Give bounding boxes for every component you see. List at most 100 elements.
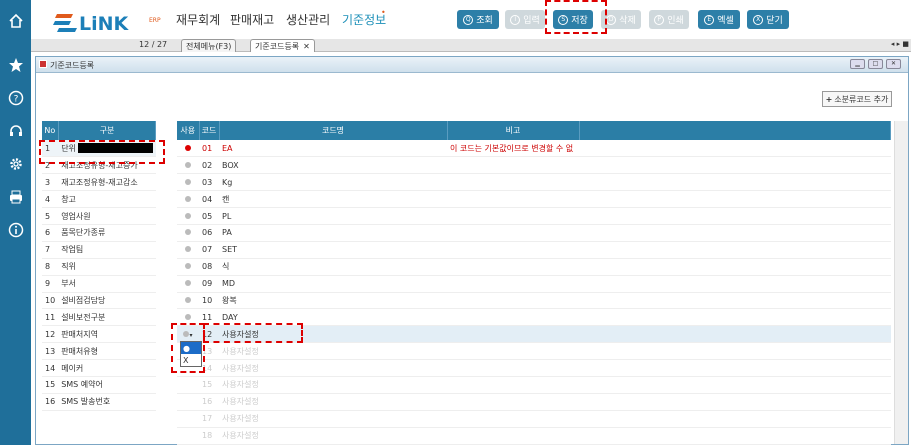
dropdown-option[interactable]: X — [181, 354, 201, 366]
chevron-down-icon[interactable]: ▾ — [189, 332, 192, 339]
menu-sales-inventory[interactable]: 판매재고 — [230, 11, 274, 28]
category-row[interactable]: 14 메이커 — [42, 359, 156, 377]
use-cell[interactable] — [177, 241, 199, 259]
dropdown-option[interactable]: ● — [181, 342, 201, 354]
vertical-scrollbar[interactable] — [894, 121, 908, 444]
code-name-cell[interactable]: PA — [219, 224, 447, 242]
note-cell[interactable] — [447, 427, 579, 445]
tab-scroll-arrows-icon[interactable]: ◂ ▸ ■ — [891, 40, 909, 48]
code-row[interactable]: 07 SET — [177, 241, 891, 259]
code-name-cell[interactable]: PL — [219, 207, 447, 225]
use-cell[interactable] — [177, 190, 199, 209]
code-row[interactable]: 04 캔 — [177, 190, 891, 209]
use-cell[interactable] — [177, 393, 199, 411]
note-cell[interactable] — [447, 224, 579, 242]
menu-basic-info[interactable]: 기준정보 — [342, 11, 386, 28]
star-icon[interactable] — [0, 52, 31, 78]
minimize-icon[interactable]: ▁ — [850, 59, 865, 69]
menu-finance[interactable]: 재무회계 — [176, 11, 220, 28]
code-row[interactable]: 03 Kg — [177, 173, 891, 192]
note-cell[interactable] — [447, 156, 579, 175]
code-name-cell[interactable]: 왕복 — [219, 292, 447, 310]
code-row[interactable]: 16 사용자설정 — [177, 393, 891, 411]
search-button[interactable]: Q 조회 — [457, 10, 499, 29]
code-row[interactable]: 18 사용자설정 — [177, 427, 891, 445]
use-cell[interactable] — [177, 224, 199, 242]
save-button[interactable]: S 저장 — [553, 10, 593, 29]
code-name-cell[interactable]: 식 — [219, 258, 447, 276]
code-name-cell[interactable]: 사용자설정 — [219, 427, 447, 445]
code-row[interactable]: 10 왕복 — [177, 292, 891, 310]
note-cell[interactable] — [447, 359, 579, 377]
code-row[interactable]: 13 사용자설정 — [177, 342, 891, 361]
printer-icon[interactable] — [0, 184, 31, 210]
code-name-cell[interactable]: 사용자설정 — [219, 359, 447, 377]
category-row[interactable]: 1 단위 — [42, 140, 156, 158]
close-button[interactable]: X 닫기 — [747, 10, 789, 29]
note-cell[interactable] — [447, 258, 579, 276]
category-row[interactable]: 6 품목단가종류 — [42, 224, 156, 242]
code-name-cell[interactable]: 사용자설정 — [219, 325, 447, 344]
category-row[interactable]: 3 재고조정유형-재고감소 — [42, 173, 156, 192]
category-row[interactable]: 12 판매처지역 — [42, 325, 156, 344]
window-close-icon[interactable]: ✕ — [886, 59, 901, 69]
code-name-cell[interactable]: 사용자설정 — [219, 393, 447, 411]
use-cell[interactable] — [177, 156, 199, 175]
note-cell[interactable] — [447, 207, 579, 225]
code-row[interactable]: ▾ 12 사용자설정 — [177, 325, 891, 344]
note-cell[interactable] — [447, 241, 579, 259]
code-name-cell[interactable]: 사용자설정 — [219, 410, 447, 428]
category-row[interactable]: 16 SMS 발송번호 — [42, 393, 156, 411]
category-row[interactable]: 8 직위 — [42, 258, 156, 276]
gear-icon[interactable] — [0, 151, 31, 177]
use-cell[interactable] — [177, 308, 199, 327]
menu-production[interactable]: 생산관리 — [286, 11, 330, 28]
home-icon[interactable] — [0, 8, 31, 34]
tab-close-icon[interactable]: ✕ — [303, 42, 310, 51]
code-row[interactable]: 06 PA — [177, 224, 891, 242]
insert-button[interactable]: I 입력 — [505, 10, 545, 29]
category-row[interactable]: 15 SMS 예약어 — [42, 376, 156, 394]
code-name-cell[interactable]: 캔 — [219, 190, 447, 209]
code-row[interactable]: 05 PL — [177, 207, 891, 225]
code-row[interactable]: 08 식 — [177, 258, 891, 276]
use-cell[interactable] — [177, 292, 199, 310]
category-row[interactable]: 4 창고 — [42, 190, 156, 209]
code-name-cell[interactable]: MD — [219, 275, 447, 293]
use-dropdown-list[interactable]: ● X — [180, 341, 202, 367]
note-cell[interactable] — [447, 308, 579, 327]
category-row[interactable]: 10 설비점검담당 — [42, 292, 156, 310]
use-cell[interactable] — [177, 258, 199, 276]
note-cell[interactable] — [447, 275, 579, 293]
delete-button[interactable]: D 삭제 — [601, 10, 641, 29]
code-row[interactable]: 17 사용자설정 — [177, 410, 891, 428]
category-row[interactable]: 9 부서 — [42, 275, 156, 293]
note-cell[interactable] — [447, 173, 579, 192]
info-icon[interactable] — [0, 217, 31, 243]
note-cell[interactable] — [447, 410, 579, 428]
code-name-cell[interactable]: EA — [219, 140, 447, 158]
code-row[interactable]: 15 사용자설정 — [177, 376, 891, 394]
use-cell[interactable] — [177, 140, 199, 158]
code-name-cell[interactable]: SET — [219, 241, 447, 259]
help-icon[interactable]: ? — [0, 85, 31, 111]
use-cell[interactable] — [177, 275, 199, 293]
use-cell[interactable] — [177, 427, 199, 445]
note-cell[interactable] — [447, 325, 579, 344]
use-cell[interactable] — [177, 173, 199, 192]
note-cell[interactable] — [447, 393, 579, 411]
note-cell[interactable] — [447, 376, 579, 394]
use-cell[interactable] — [177, 376, 199, 394]
category-row[interactable]: 13 판매처유형 — [42, 342, 156, 361]
note-cell[interactable] — [447, 292, 579, 310]
code-row[interactable]: 01 EA 이 코드는 기본값이므로 변경할 수 없 — [177, 140, 891, 158]
code-row[interactable]: 02 BOX — [177, 156, 891, 175]
excel-button[interactable]: E 엑셀 — [698, 10, 740, 29]
headset-icon[interactable] — [0, 118, 31, 144]
code-name-cell[interactable]: DAY — [219, 308, 447, 327]
category-row[interactable]: 2 재고조정유형-재고증가 — [42, 156, 156, 175]
note-cell[interactable] — [447, 342, 579, 361]
code-name-cell[interactable]: 사용자설정 — [219, 376, 447, 394]
code-row[interactable]: 14 사용자설정 — [177, 359, 891, 377]
category-row[interactable]: 7 작업팀 — [42, 241, 156, 259]
